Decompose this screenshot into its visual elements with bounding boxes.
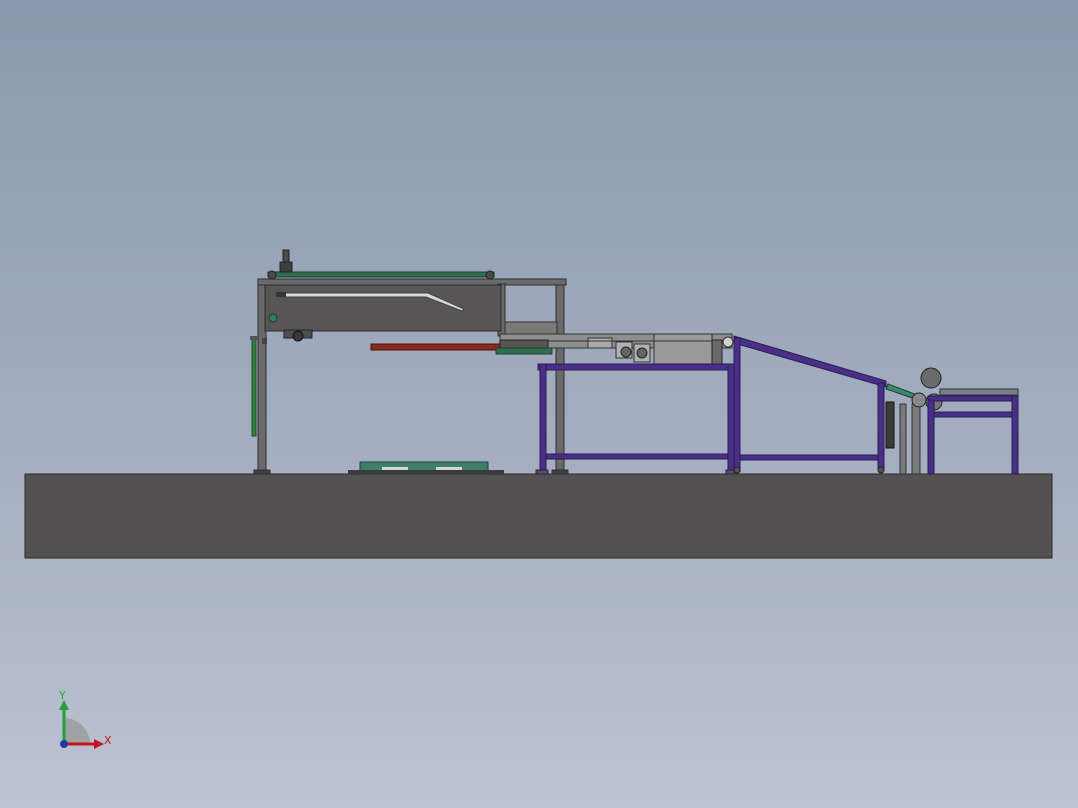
y-axis-label: Y (58, 689, 66, 702)
middle-table-frame (535, 363, 739, 475)
middle-conveyor (495, 321, 734, 365)
coordinate-triad: Y X (58, 689, 112, 749)
cad-viewport[interactable]: Y X (0, 0, 1078, 808)
cad-model-view: Y X (24, 249, 1053, 749)
x-axis-label: X (104, 734, 112, 747)
transfer-bar (370, 343, 502, 351)
right-rollers (911, 367, 943, 411)
floor-slab (24, 473, 1053, 559)
incline-conveyor-frame (733, 335, 887, 474)
z-axis-origin (60, 740, 68, 748)
gantry-top-belt (267, 270, 495, 280)
vertical-cylinder (279, 249, 293, 273)
floor-pallet (348, 461, 504, 475)
gantry-hood (264, 284, 502, 332)
